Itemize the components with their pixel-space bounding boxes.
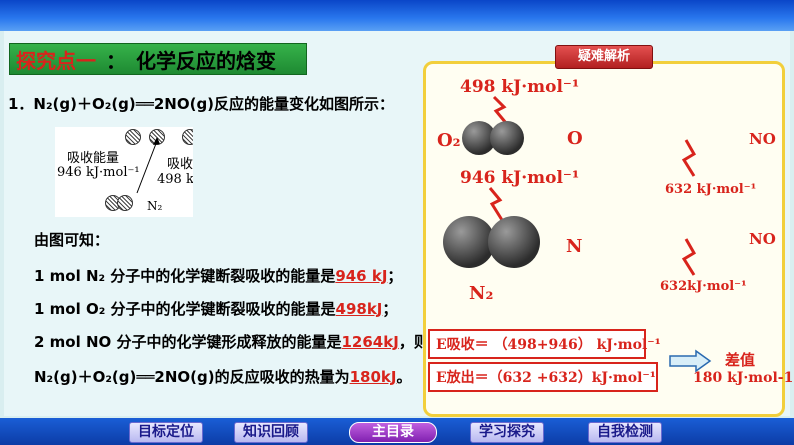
section-title: 探究点一 ： 化学反应的焓变 [9, 43, 307, 75]
nav-review-button[interactable]: 知识回顾 [234, 422, 308, 443]
section-separator: ： [106, 48, 126, 73]
atom-icon [117, 195, 133, 211]
nitrogen-atom [488, 216, 540, 268]
nav-explore-button[interactable]: 学习探究 [470, 422, 544, 443]
nav-test-button[interactable]: 自我检测 [588, 422, 662, 443]
conclusion-label: 由图可知： [34, 231, 110, 249]
question-line-1: 1．N₂(g)＋O₂(g)══2NO(g)反应的能量变化如图所示： [8, 95, 395, 113]
nav-goal-button[interactable]: 目标定位 [129, 422, 203, 443]
answer-line-text: 2 mol NO 分子中的化学键形成释放的能量是 [34, 333, 342, 351]
n-label: N [566, 236, 583, 257]
no-label-1: NO [749, 130, 776, 148]
difference-value: 180 kJ·mol-1 [693, 370, 794, 386]
section-subtitle: 化学反应的焓变 [136, 48, 276, 73]
answer-line-n2: 1 mol N₂ 分子中的化学键断裂吸收的能量是946 kJ； [34, 265, 402, 286]
right-label: 吸收 [167, 157, 193, 172]
answer-line-no: 2 mol NO 分子中的化学键形成释放的能量是1264kJ，则 [34, 331, 429, 352]
atom-icon [182, 129, 193, 145]
answer-line-end: 。 [396, 368, 412, 386]
no-energy-1: 632 kJ·mol⁻¹ [665, 182, 757, 197]
answer-n2: 946 kJ [335, 267, 388, 285]
no-energy-2: 632kJ·mol⁻¹ [660, 279, 747, 294]
difference-label: 差值 [725, 351, 756, 369]
n2-energy-label: 946 kJ·mol⁻¹ [460, 168, 580, 188]
answer-line-end: ； [382, 300, 398, 318]
answer-line-text: 1 mol N₂ 分子中的化学键断裂吸收的能量是 [34, 267, 336, 285]
o2-label: O₂ [437, 130, 461, 151]
answer-line-text: 1 mol O₂ 分子中的化学键断裂吸收的能量是 [34, 300, 336, 318]
n2-label: N₂ [147, 199, 163, 213]
answer-line-end: ； [387, 267, 403, 285]
lightning-icon [681, 139, 697, 177]
analysis-badge: 疑难解析 [555, 45, 653, 69]
absorb-value: 946 kJ·mol⁻¹ [57, 165, 140, 180]
answer-o2: 498kJ [335, 300, 383, 318]
o-label: O [567, 128, 583, 149]
answer-total: 180kJ [349, 368, 397, 386]
lightning-icon [681, 238, 697, 276]
nav-main-button[interactable]: 主目录 [349, 422, 437, 443]
energy-release-box: E放出＝（632 +632）kJ·mol⁻¹ [428, 362, 658, 392]
answer-no: 1264kJ [341, 333, 399, 351]
n2-label: N₂ [469, 283, 494, 304]
answer-line-text: N₂(g)＋O₂(g)══2NO(g)的反应吸收的热量为 [34, 368, 350, 386]
energy-diagram: 吸收能量 946 kJ·mol⁻¹ 吸收 498 k N₂ [55, 127, 193, 217]
answer-line-o2: 1 mol O₂ 分子中的化学键断裂吸收的能量是498kJ； [34, 298, 397, 319]
answer-line-total: N₂(g)＋O₂(g)══2NO(g)的反应吸收的热量为180kJ。 [34, 366, 412, 387]
absorb-label: 吸收能量 [67, 151, 120, 166]
arrow-icon [136, 137, 160, 194]
energy-absorb-box: E吸收＝ （498+946） kJ·mol⁻¹ [428, 329, 661, 359]
oxygen-atom [490, 121, 524, 155]
o2-energy-label: 498 kJ·mol⁻¹ [460, 77, 580, 97]
no-label-2: NO [749, 230, 776, 248]
top-banner [0, 0, 794, 31]
section-number: 探究点一 [16, 48, 96, 73]
